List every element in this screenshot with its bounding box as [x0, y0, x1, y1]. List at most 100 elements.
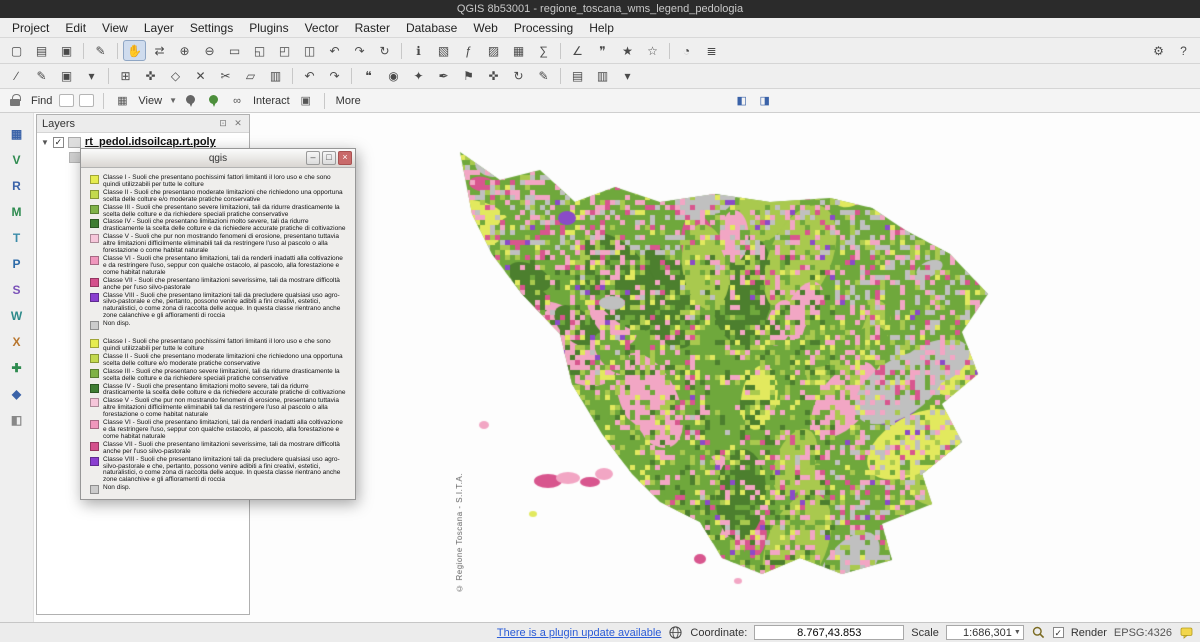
panel-close-icon[interactable]: ✕: [232, 118, 244, 130]
current-edits-icon[interactable]: ∕: [5, 66, 28, 87]
scale-combo[interactable]: 1:686,301 ▼: [946, 625, 1024, 640]
maximize-icon[interactable]: □: [322, 151, 336, 165]
digitizing-dropdown-icon[interactable]: ▾: [80, 66, 103, 87]
add-xyz-layer-icon[interactable]: X: [5, 331, 28, 353]
minimize-icon[interactable]: –: [306, 151, 320, 165]
layer-diagram-options-icon[interactable]: ◉: [382, 66, 405, 87]
view-label[interactable]: View: [136, 95, 164, 107]
save-layer-edits-icon[interactable]: ▣: [55, 66, 78, 87]
add-mesh-layer-icon[interactable]: M: [5, 201, 28, 223]
plugin-update-link[interactable]: There is a plugin update available: [497, 627, 662, 639]
undo-icon[interactable]: ↶: [298, 66, 321, 87]
vertex-tool-icon[interactable]: ◇: [164, 66, 187, 87]
move-feature-icon[interactable]: ✜: [139, 66, 162, 87]
add-postgis-layer-icon[interactable]: P: [5, 253, 28, 275]
expand-caret-icon[interactable]: ▼: [41, 138, 49, 147]
new-print-layout-icon[interactable]: ▤: [566, 66, 589, 87]
zoom-to-selection-icon[interactable]: ◰: [273, 40, 296, 61]
coordinate-input[interactable]: [754, 625, 904, 640]
dialog-titlebar[interactable]: qgis – □ ×: [81, 149, 355, 168]
lock-icon[interactable]: [6, 92, 24, 110]
menu-settings[interactable]: Settings: [182, 19, 241, 37]
menu-plugins[interactable]: Plugins: [241, 19, 296, 37]
paste-features-icon[interactable]: ▥: [264, 66, 287, 87]
new-geopackage-layer-icon[interactable]: ◆: [5, 383, 28, 405]
add-raster-layer-icon[interactable]: R: [5, 175, 28, 197]
add-spatialite-layer-icon[interactable]: S: [5, 279, 28, 301]
menu-database[interactable]: Database: [398, 19, 465, 37]
menu-help[interactable]: Help: [581, 19, 622, 37]
panel-left-icon[interactable]: ◧: [733, 92, 751, 110]
layer-name[interactable]: rt_pedol.idsoilcap.rt.poly: [85, 136, 216, 148]
show-hide-labels-icon[interactable]: ⚑: [457, 66, 480, 87]
close-icon[interactable]: ×: [338, 151, 352, 165]
map-tips-icon[interactable]: ❞: [591, 40, 614, 61]
move-label-icon[interactable]: ✜: [482, 66, 505, 87]
pin-unpin-labels-icon[interactable]: ✒: [432, 66, 455, 87]
menu-project[interactable]: Project: [4, 19, 57, 37]
link-icon[interactable]: ∞: [228, 92, 246, 110]
highlight-pinned-labels-icon[interactable]: ✦: [407, 66, 430, 87]
menu-processing[interactable]: Processing: [506, 19, 581, 37]
select-features-icon[interactable]: ▧: [432, 40, 455, 61]
zoom-last-icon[interactable]: ↶: [323, 40, 346, 61]
add-feature-icon[interactable]: ⊞: [114, 66, 137, 87]
zoom-out-icon[interactable]: ⊖: [198, 40, 221, 61]
messages-log-icon[interactable]: ≣: [700, 40, 723, 61]
render-checkbox[interactable]: ✓: [1053, 627, 1064, 638]
new-shapefile-layer-icon[interactable]: ✚: [5, 357, 28, 379]
crs-label[interactable]: EPSG:4326: [1114, 627, 1172, 639]
new-bookmark-icon[interactable]: ★: [616, 40, 639, 61]
grid-view-icon[interactable]: ▦: [113, 92, 131, 110]
marker-pin-green-icon[interactable]: [205, 92, 223, 110]
menu-edit[interactable]: Edit: [57, 19, 94, 37]
interact-target-icon[interactable]: ▣: [297, 92, 315, 110]
more-label[interactable]: More: [334, 95, 363, 107]
processing-toolbox-icon[interactable]: ⚙: [1147, 40, 1170, 61]
pan-to-selection-icon[interactable]: ⇄: [148, 40, 171, 61]
layer-visibility-checkbox[interactable]: ✓: [53, 137, 64, 148]
layouts-dropdown-icon[interactable]: ▾: [616, 66, 639, 87]
identify-features-icon[interactable]: ℹ: [407, 40, 430, 61]
redo-icon[interactable]: ↷: [323, 66, 346, 87]
deselect-features-icon[interactable]: ▨: [482, 40, 505, 61]
open-attribute-table-icon[interactable]: ▦: [507, 40, 530, 61]
menu-vector[interactable]: Vector: [297, 19, 347, 37]
chevron-down-icon[interactable]: ▼: [169, 96, 177, 105]
menu-raster[interactable]: Raster: [347, 19, 398, 37]
rotate-label-icon[interactable]: ↻: [507, 66, 530, 87]
zoom-full-icon[interactable]: ◱: [248, 40, 271, 61]
magnifier-icon[interactable]: [1031, 625, 1046, 640]
refresh-map-icon[interactable]: ↻: [373, 40, 396, 61]
menu-web[interactable]: Web: [465, 19, 505, 37]
measure-line-icon[interactable]: ∠: [566, 40, 589, 61]
interact-label[interactable]: Interact: [251, 95, 292, 107]
zoom-to-layer-icon[interactable]: ◫: [298, 40, 321, 61]
copy-features-icon[interactable]: ▱: [239, 66, 262, 87]
panel-float-icon[interactable]: ⊡: [217, 118, 229, 130]
zoom-native-icon[interactable]: ▭: [223, 40, 246, 61]
menu-view[interactable]: View: [94, 19, 136, 37]
delete-selected-icon[interactable]: ✕: [189, 66, 212, 87]
show-bookmarks-icon[interactable]: ☆: [641, 40, 664, 61]
marker-pin-icon[interactable]: [182, 92, 200, 110]
menu-layer[interactable]: Layer: [136, 19, 182, 37]
add-delimited-text-layer-icon[interactable]: T: [5, 227, 28, 249]
open-project-icon[interactable]: ▤: [30, 40, 53, 61]
find-option-icon[interactable]: [79, 94, 94, 107]
cut-features-icon[interactable]: ✂: [214, 66, 237, 87]
show-layout-manager-icon[interactable]: ▥: [591, 66, 614, 87]
zoom-next-icon[interactable]: ↷: [348, 40, 371, 61]
find-box-icon[interactable]: [59, 94, 74, 107]
zoom-in-icon[interactable]: ⊕: [173, 40, 196, 61]
layer-labeling-options-icon[interactable]: ❝: [357, 66, 380, 87]
pan-map-icon[interactable]: ✋: [123, 40, 146, 61]
whats-this-icon[interactable]: ?: [1172, 40, 1195, 61]
temporal-controller-icon[interactable]: ◔: [675, 40, 698, 61]
style-dock-toggle-icon[interactable]: ◧: [5, 409, 28, 431]
find-label[interactable]: Find: [29, 95, 54, 107]
select-by-expression-icon[interactable]: ƒ: [457, 40, 480, 61]
toggle-editing-icon[interactable]: ✎: [30, 66, 53, 87]
add-wms-layer-icon[interactable]: W: [5, 305, 28, 327]
new-project-icon[interactable]: ▢: [5, 40, 28, 61]
